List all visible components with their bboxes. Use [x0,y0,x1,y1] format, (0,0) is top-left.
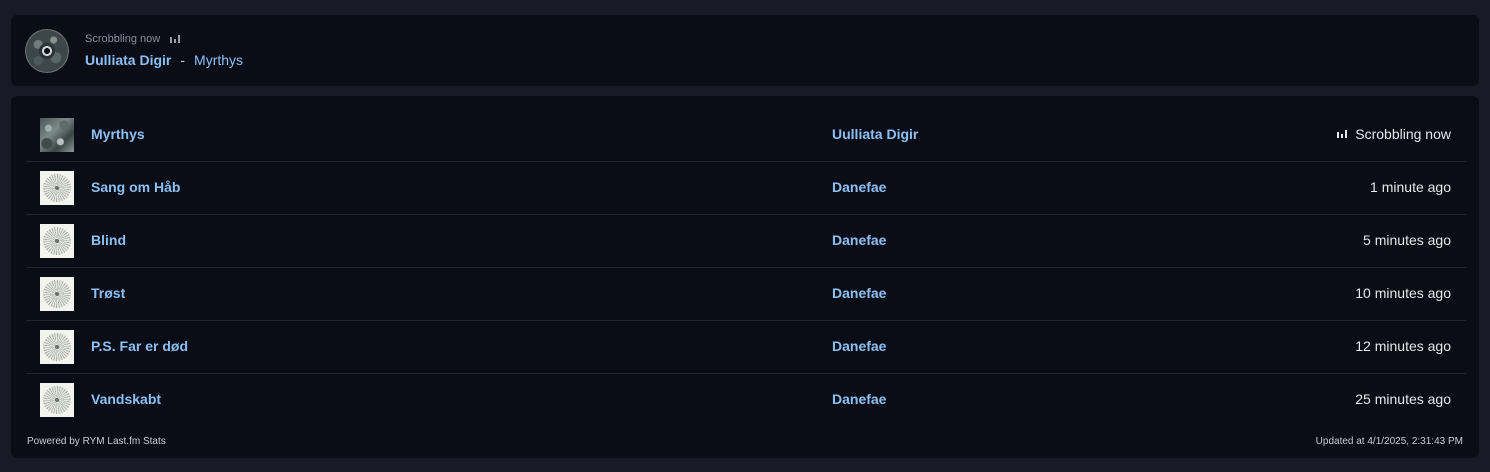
album-cover-thumbnail[interactable] [40,330,74,364]
recent-tracks-list: Myrthys Uulliata Digir Scrobbling now Sa… [26,109,1466,427]
track-title-link[interactable]: Blind [91,232,126,248]
track-artist-link[interactable]: Danefae [832,179,886,195]
track-title-link[interactable]: Trøst [91,285,125,301]
track-title-link[interactable]: Sang om Håb [91,179,180,195]
scrobbling-now-label: Scrobbling now [1355,126,1451,142]
equalizer-icon [1337,130,1348,138]
track-artist-link[interactable]: Danefae [832,391,886,407]
recent-tracks-card: Myrthys Uulliata Digir Scrobbling now Sa… [11,96,1479,458]
track-artist-link[interactable]: Uulliata Digir [832,126,918,142]
album-cover-thumbnail[interactable] [40,118,74,152]
track-title-link[interactable]: Myrthys [91,126,145,142]
track-timestamp: 25 minutes ago [1355,391,1451,407]
album-cover-thumbnail[interactable] [40,277,74,311]
album-cover-thumbnail[interactable] [40,224,74,258]
now-playing-status: Scrobbling now [85,33,181,45]
track-timestamp: 12 minutes ago [1355,338,1451,354]
updated-timestamp: Updated at 4/1/2025, 2:31:43 PM [1315,436,1463,447]
vinyl-record-icon [25,29,69,73]
track-row: Trøst Danefae 10 minutes ago [26,268,1466,321]
track-timestamp: 5 minutes ago [1363,232,1451,248]
track-timestamp: 10 minutes ago [1355,285,1451,301]
now-playing-status-label: Scrobbling now [85,33,161,45]
separator: - [180,52,186,68]
equalizer-icon [170,35,181,43]
track-row: Vandskabt Danefae 25 minutes ago [26,374,1466,427]
now-playing-info: Uulliata Digir - Myrthys [85,52,243,68]
now-playing-track-link[interactable]: Myrthys [194,52,243,68]
track-row: Blind Danefae 5 minutes ago [26,215,1466,268]
track-title-link[interactable]: P.S. Far er død [91,338,188,354]
track-timestamp: Scrobbling now [1337,126,1451,142]
track-artist-link[interactable]: Danefae [832,338,886,354]
track-row: Myrthys Uulliata Digir Scrobbling now [26,109,1466,162]
album-cover-thumbnail[interactable] [40,383,74,417]
track-row: Sang om Håb Danefae 1 minute ago [26,162,1466,215]
track-artist-link[interactable]: Danefae [832,232,886,248]
now-playing-card: Scrobbling now Uulliata Digir - Myrthys [11,15,1479,86]
album-cover-thumbnail[interactable] [40,171,74,205]
track-title-link[interactable]: Vandskabt [91,391,161,407]
now-playing-artist-link[interactable]: Uulliata Digir [85,52,171,68]
track-timestamp: 1 minute ago [1370,179,1451,195]
track-row: P.S. Far er død Danefae 12 minutes ago [26,321,1466,374]
track-artist-link[interactable]: Danefae [832,285,886,301]
powered-by-text: Powered by RYM Last.fm Stats [27,436,166,447]
